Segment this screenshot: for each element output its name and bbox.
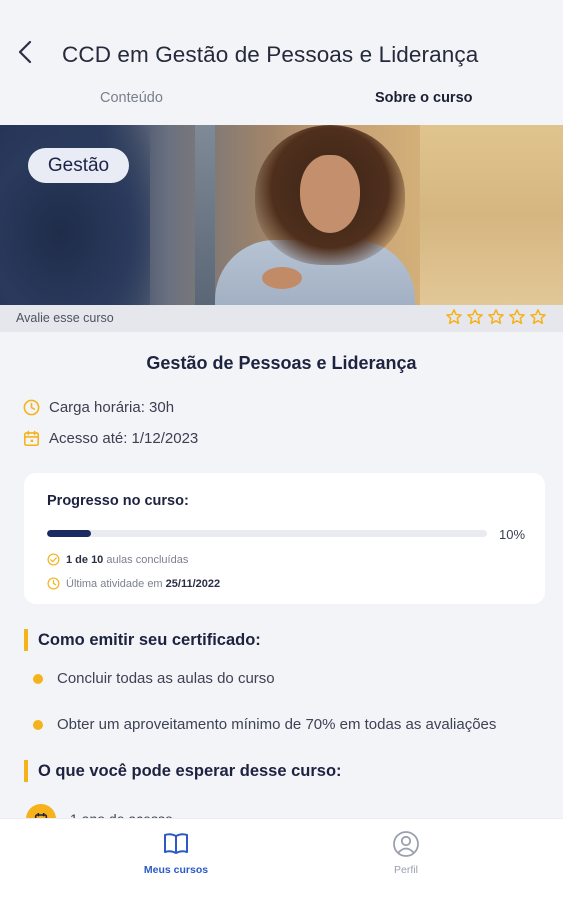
progress-bar [47, 530, 487, 537]
expectations-heading: O que você pode esperar desse curso: [24, 760, 342, 782]
bottom-navigation: Meus cursos Perfil [0, 818, 563, 900]
star-icon[interactable] [445, 308, 463, 326]
nav-meus-cursos-label: Meus cursos [143, 864, 209, 876]
access-text: Acesso até: 1/12/2023 [49, 430, 199, 447]
workload-text: Carga horária: 30h [49, 399, 175, 416]
lessons-completed: 1 de 10 aulas concluídas [47, 553, 188, 566]
rating-bar: Avalie esse curso [0, 305, 563, 332]
last-activity: Última atividade em 25/11/2022 [47, 577, 220, 590]
bullet-dot [33, 719, 43, 730]
back-button[interactable] [10, 36, 40, 68]
heading-accent-bar [24, 760, 28, 782]
bullet-dot [33, 673, 43, 684]
calendar-icon [23, 430, 40, 447]
certificate-item-text: Obter um aproveitamento mínimo de 70% em… [57, 716, 497, 733]
star-icon[interactable] [487, 308, 505, 326]
star-icon[interactable] [466, 308, 484, 326]
workload-info: Carga horária: 30h [22, 398, 174, 417]
progress-title: Progresso no curso: [47, 493, 189, 509]
chevron-left-icon [18, 40, 32, 64]
nav-perfil-label: Perfil [394, 864, 418, 876]
rating-stars [445, 308, 547, 326]
course-name: Gestão de Pessoas e Liderança [146, 353, 417, 373]
app-header: CCD em Gestão de Pessoas e Liderança Con… [0, 0, 563, 125]
progress-percent: 10% [499, 527, 526, 542]
user-icon [393, 831, 419, 857]
progress-bar-fill [47, 530, 91, 537]
check-circle-icon [47, 553, 60, 566]
hero-person-face [300, 155, 360, 233]
hero-wall [420, 125, 563, 305]
lessons-count: 1 de 10 [66, 553, 104, 566]
progress-card: Progresso no curso: 10% 1 de 10 aulas co… [24, 473, 545, 604]
tab-conteudo[interactable]: Conteúdo [100, 90, 163, 106]
rating-label: Avalie esse curso [16, 311, 114, 325]
tab-sobre-o-curso[interactable]: Sobre o curso [375, 90, 473, 106]
star-icon[interactable] [529, 308, 547, 326]
heading-accent-bar [24, 629, 28, 651]
clock-icon [23, 399, 40, 416]
certificate-item: Obter um aproveitamento mínimo de 70% em… [33, 716, 496, 733]
certificate-item: Concluir todas as aulas do curso [33, 670, 275, 687]
hero-window [195, 125, 215, 305]
course-hero-image: Gestão [0, 125, 563, 305]
book-icon [164, 833, 188, 854]
certificate-title: Como emitir seu certificado: [38, 630, 261, 649]
category-badge: Gestão [28, 148, 129, 183]
last-activity-prefix: Última atividade em [66, 577, 163, 590]
hero-person-hand [262, 267, 302, 289]
certificate-item-text: Concluir todas as aulas do curso [57, 670, 275, 687]
nav-perfil[interactable]: Perfil [346, 829, 466, 876]
nav-meus-cursos[interactable]: Meus cursos [116, 829, 236, 876]
lessons-suffix: aulas concluídas [106, 553, 189, 566]
expectations-title: O que você pode esperar desse curso: [38, 761, 342, 780]
page-title: CCD em Gestão de Pessoas e Liderança [62, 42, 479, 67]
certificate-heading: Como emitir seu certificado: [24, 629, 261, 651]
clock-icon [47, 577, 60, 590]
access-info: Acesso até: 1/12/2023 [22, 429, 198, 448]
last-activity-date: 25/11/2022 [165, 577, 221, 590]
star-icon[interactable] [508, 308, 526, 326]
